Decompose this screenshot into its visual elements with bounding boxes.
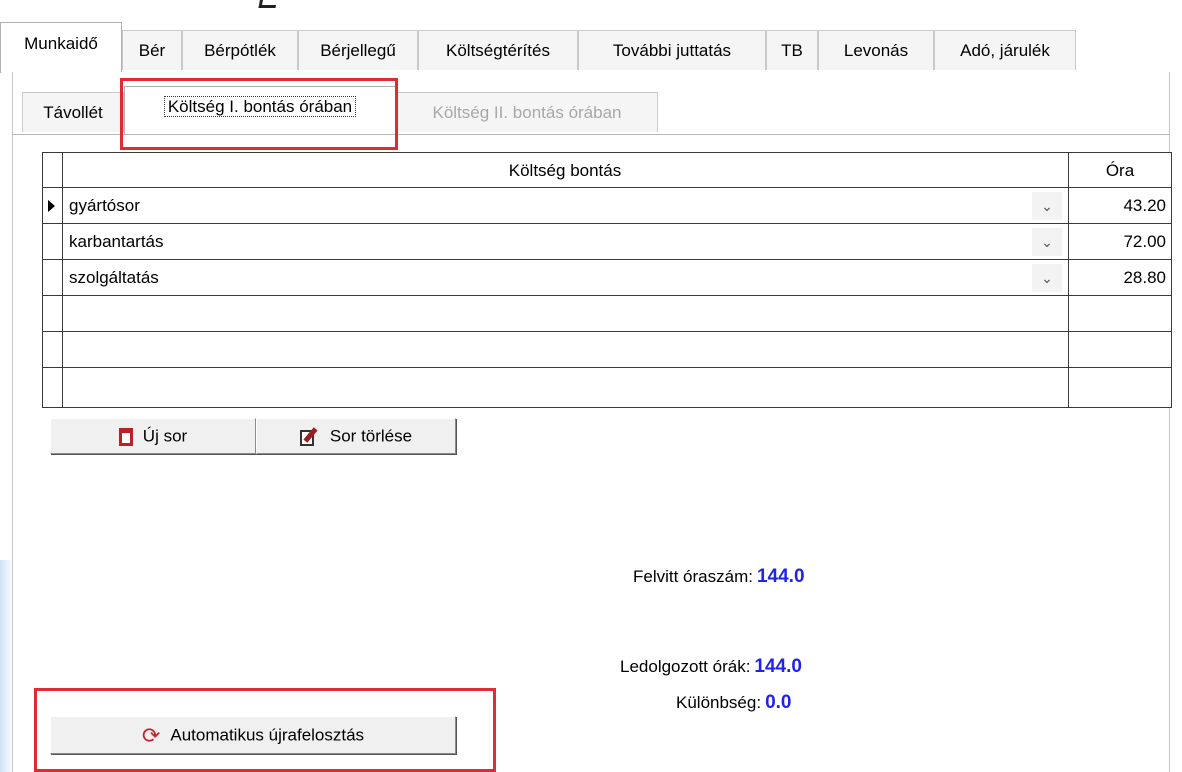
tab-tb[interactable]: TB <box>766 30 818 70</box>
tab-ber[interactable]: Bér <box>122 30 182 70</box>
table-row[interactable] <box>42 296 1172 332</box>
row-hours[interactable]: 72.00 <box>1068 224 1166 259</box>
row-indicator <box>42 260 62 295</box>
main-tab-strip: Munkaidő Bér Bérpótlék Bérjellegű Költsé… <box>0 20 1170 73</box>
sub-tab-strip: Távollét Költség I. bontás órában Költsé… <box>12 80 1170 135</box>
delete-row-button[interactable]: Sor törlése <box>256 418 456 454</box>
table-row[interactable] <box>42 368 1172 404</box>
grid-divider <box>1068 152 1069 408</box>
worked-hours-label: Ledolgozott órák: <box>620 657 751 676</box>
difference-value: 0.0 <box>765 692 792 713</box>
tab-koltsegterites[interactable]: Költségtérítés <box>418 30 578 70</box>
row-hours[interactable] <box>1068 332 1166 367</box>
grid-header: Költség bontás Óra <box>42 152 1172 188</box>
chevron-down-icon[interactable]: ⌄ <box>1032 228 1062 256</box>
difference-label: Különbség: <box>676 693 762 712</box>
auto-realloc-button[interactable]: ⟳ Automatikus újrafelosztás <box>50 716 456 754</box>
table-row[interactable] <box>42 332 1172 368</box>
table-row[interactable]: gyártósor ⌄ 43.20 <box>42 188 1172 224</box>
entered-hours: Felvitt óraszám: 144.0 <box>633 566 805 588</box>
grid-divider <box>62 152 63 408</box>
tab-koltseg-2-bontas: Költség II. bontás órában <box>396 92 658 132</box>
tab-koltseg-1-bontas[interactable]: Költség I. bontás órában <box>124 86 396 134</box>
row-hours[interactable] <box>1068 368 1166 403</box>
cropped-title-fragment <box>0 0 1182 14</box>
chevron-down-icon[interactable]: ⌄ <box>1032 264 1062 292</box>
row-indicator <box>42 188 62 223</box>
tab-levonas[interactable]: Levonás <box>818 30 934 70</box>
worked-hours: Ledolgozott órák: 144.0 <box>620 656 802 678</box>
row-category[interactable]: gyártósor <box>69 188 140 223</box>
new-row-button[interactable]: Új sor <box>50 418 256 454</box>
tab-berpotlek[interactable]: Bérpótlék <box>182 30 298 70</box>
tab-munkaido[interactable]: Munkaidő <box>0 22 122 73</box>
entered-hours-label: Felvitt óraszám: <box>633 567 753 586</box>
row-category[interactable]: karbantartás <box>69 224 164 259</box>
delete-row-label: Sor törlése <box>329 426 413 446</box>
header-ora: Óra <box>1105 161 1135 180</box>
auto-realloc-label: Automatikus újrafelosztás <box>170 725 365 745</box>
row-hours[interactable]: 43.20 <box>1068 188 1166 223</box>
difference: Különbség: 0.0 <box>676 692 792 714</box>
tab-tavollet[interactable]: Távollét <box>22 92 124 132</box>
delete-document-icon <box>299 426 320 447</box>
entered-hours-value: 144.0 <box>756 566 805 587</box>
cost-breakdown-grid: Költség bontás Óra gyártósor ⌄ 43.20 kar… <box>42 152 1172 408</box>
row-indicator <box>42 224 62 259</box>
current-row-arrow-icon <box>48 200 55 212</box>
tab-berjellegu[interactable]: Bérjellegű <box>298 30 418 70</box>
table-row[interactable]: karbantartás ⌄ 72.00 <box>42 224 1172 260</box>
refresh-icon: ⟳ <box>141 722 161 748</box>
tab-ado-jarulek[interactable]: Adó, járulék <box>934 30 1076 70</box>
row-hours[interactable]: 28.80 <box>1068 260 1166 295</box>
worked-hours-value: 144.0 <box>754 656 802 677</box>
tab-koltseg-1-bontas-label: Költség I. bontás órában <box>163 96 357 117</box>
document-icon <box>118 427 133 446</box>
table-row[interactable]: szolgáltatás ⌄ 28.80 <box>42 260 1172 296</box>
row-category[interactable]: szolgáltatás <box>69 260 159 295</box>
new-row-label: Új sor <box>142 426 188 446</box>
header-koltseg-bontas: Költség bontás <box>508 161 622 180</box>
chevron-down-icon[interactable]: ⌄ <box>1032 192 1062 220</box>
tab-tovabbi-juttatas[interactable]: További juttatás <box>578 30 766 70</box>
row-hours[interactable] <box>1068 296 1166 331</box>
